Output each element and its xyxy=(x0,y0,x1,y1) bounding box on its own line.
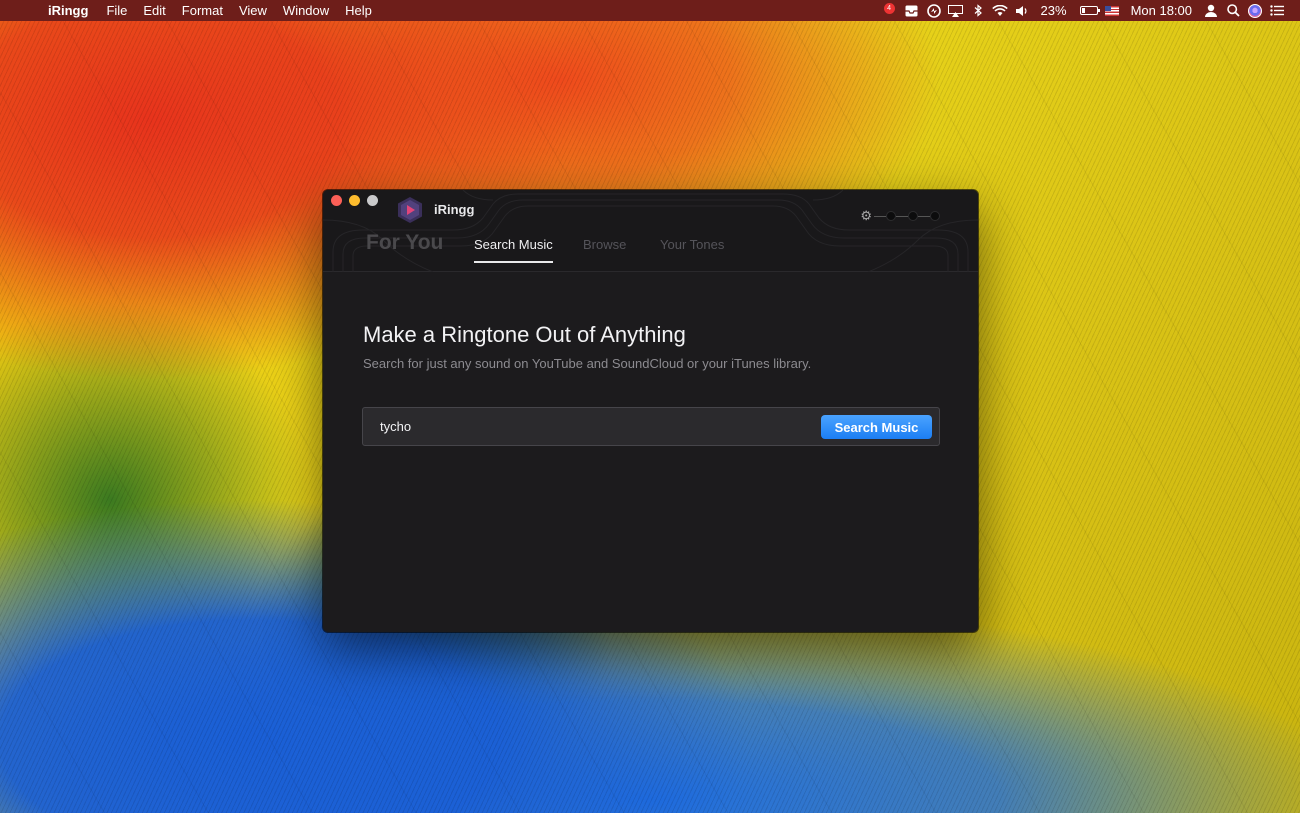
user-icon[interactable] xyxy=(1200,0,1222,21)
menu-window[interactable]: Window xyxy=(275,0,337,21)
iringg-window: iRingg ⚙ For You Search Music Browse You… xyxy=(323,190,978,632)
sync-icon[interactable] xyxy=(923,0,945,21)
tab-bar: For You Search Music Browse Your Tones xyxy=(323,221,978,271)
zoom-button[interactable] xyxy=(367,195,378,206)
window-titlebar[interactable]: iRingg ⚙ For You Search Music Browse You… xyxy=(323,190,978,272)
bluetooth-icon[interactable] xyxy=(967,0,989,21)
menu-format[interactable]: Format xyxy=(174,0,231,21)
menu-view[interactable]: View xyxy=(231,0,275,21)
inbox-icon[interactable] xyxy=(901,0,923,21)
menubar-clock[interactable]: Mon 18:00 xyxy=(1123,3,1200,18)
close-button[interactable] xyxy=(331,195,342,206)
notification-count-badge: 4 xyxy=(883,3,895,14)
step-dot xyxy=(930,211,940,221)
search-music-button[interactable]: Search Music xyxy=(821,415,932,439)
window-title: iRingg xyxy=(434,202,475,217)
step-dot xyxy=(908,211,918,221)
menu-edit[interactable]: Edit xyxy=(135,0,173,21)
tab-search-music[interactable]: Search Music xyxy=(474,237,553,263)
app-menu[interactable]: iRingg xyxy=(44,0,98,21)
iringg-logo-icon xyxy=(398,197,422,223)
menu-bar: iRingg File Edit Format View Window Help… xyxy=(0,0,1300,21)
wifi-icon[interactable] xyxy=(989,0,1011,21)
page-title: Make a Ringtone Out of Anything xyxy=(363,322,686,347)
battery-percent: 23% xyxy=(1040,3,1067,18)
tab-your-tones[interactable]: Your Tones xyxy=(660,237,724,252)
search-field: Search Music xyxy=(362,407,940,446)
tab-browse[interactable]: Browse xyxy=(583,237,626,252)
minimize-button[interactable] xyxy=(349,195,360,206)
battery-icon[interactable] xyxy=(1075,0,1101,21)
notification-icon[interactable]: 4 xyxy=(879,0,901,21)
spotlight-icon[interactable] xyxy=(1222,0,1244,21)
search-input[interactable] xyxy=(364,409,814,444)
window-controls xyxy=(331,195,378,206)
tab-for-you[interactable]: For You xyxy=(366,231,443,255)
menu-file[interactable]: File xyxy=(98,0,135,21)
menu-help[interactable]: Help xyxy=(337,0,380,21)
page-subtitle: Search for just any sound on YouTube and… xyxy=(363,356,812,371)
airplay-icon[interactable] xyxy=(945,0,967,21)
notification-center-icon[interactable] xyxy=(1266,0,1288,21)
step-dot xyxy=(886,211,896,221)
volume-icon[interactable] xyxy=(1011,0,1033,21)
flag-icon[interactable] xyxy=(1101,0,1123,21)
siri-icon[interactable] xyxy=(1244,0,1266,21)
